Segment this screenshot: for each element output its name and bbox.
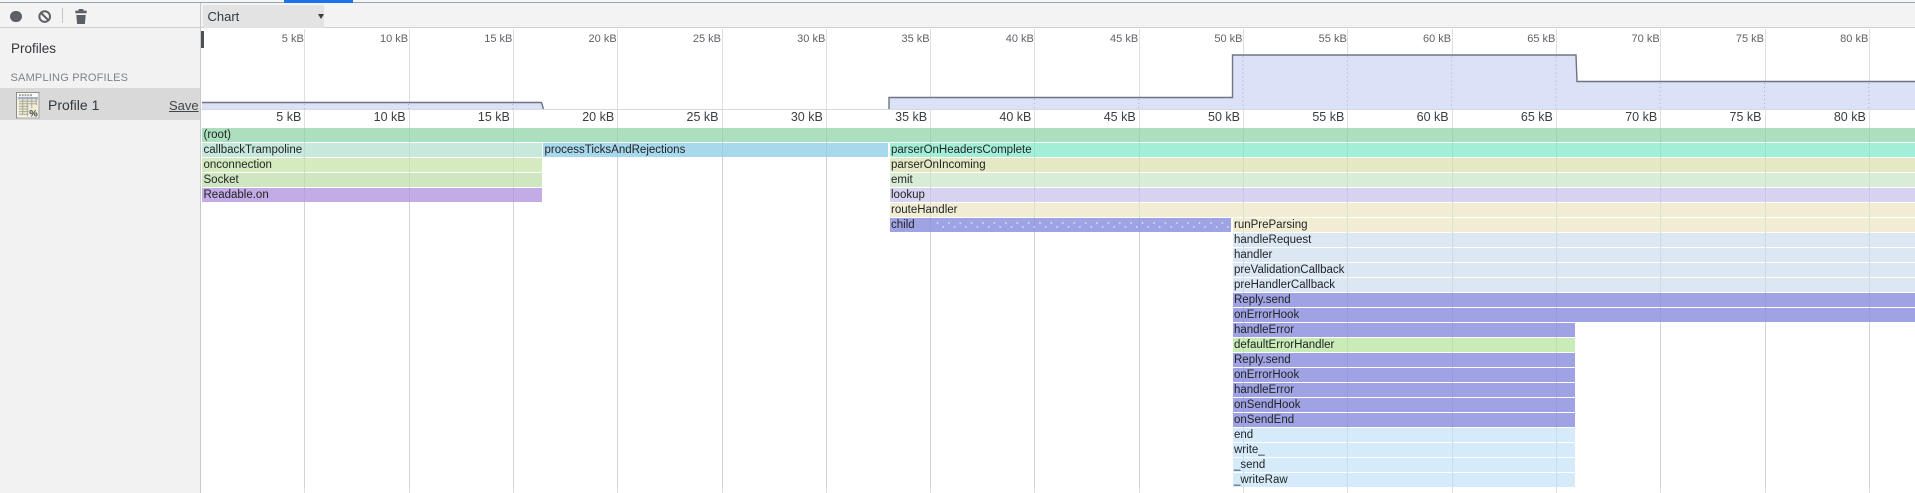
svg-text:%: % [29,108,38,119]
